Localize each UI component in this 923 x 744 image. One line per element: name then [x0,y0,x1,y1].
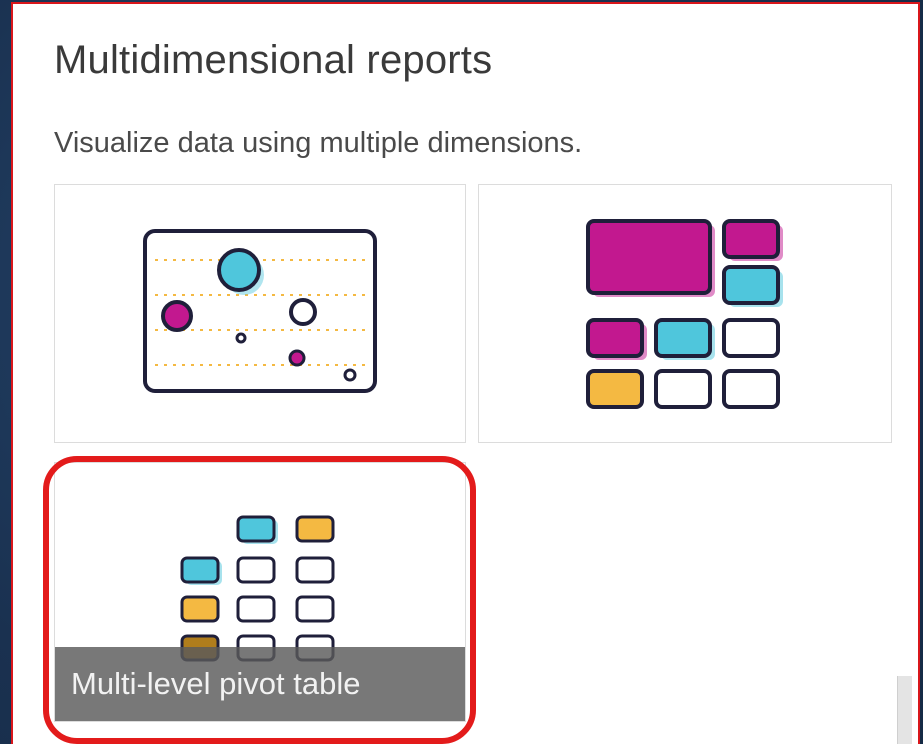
tile-bubble-chart[interactable] [54,184,466,443]
tile-label: Multi-level pivot table [55,647,465,721]
section-subtitle: Visualize data using multiple dimensions… [54,127,583,159]
section-title: Multidimensional reports [54,38,493,82]
treemap-icon [586,219,783,409]
tile-treemap[interactable] [478,184,892,443]
tile-multi-level-pivot-table[interactable]: Multi-level pivot table [54,462,466,722]
bubble-chart-icon [143,229,377,393]
scrollbar[interactable] [897,676,912,744]
